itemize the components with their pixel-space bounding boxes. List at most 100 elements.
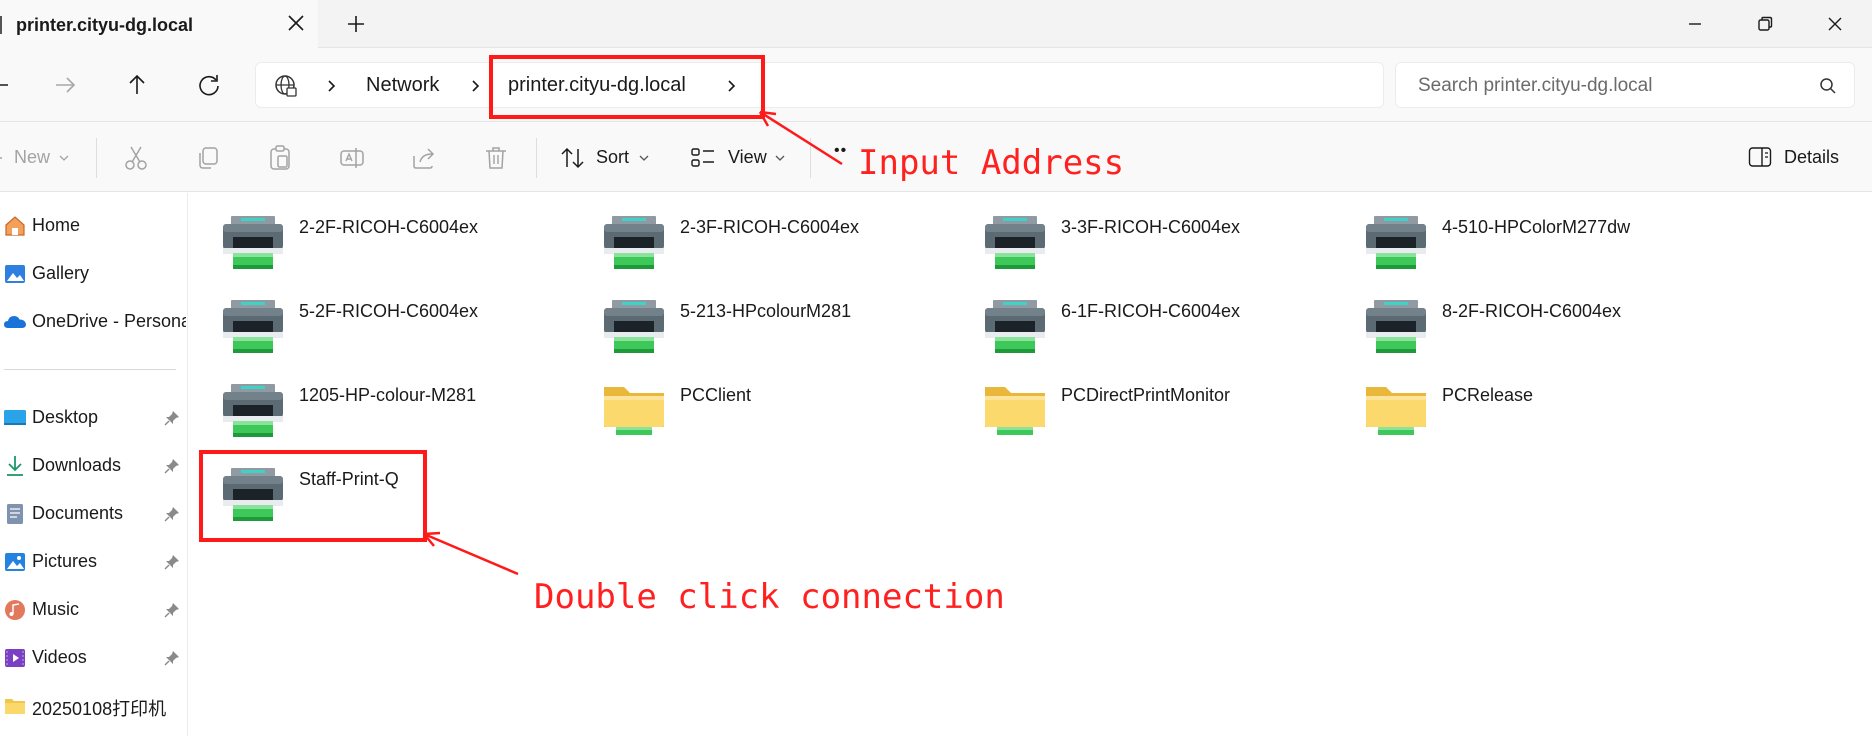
- pin-icon[interactable]: [164, 554, 180, 570]
- breadcrumb-chevron-icon[interactable]: [466, 77, 484, 95]
- restore-icon[interactable]: [1751, 10, 1779, 38]
- sidebar-item-label: Desktop: [32, 407, 99, 427]
- chevron-down-icon: [59, 155, 69, 161]
- view-icon: [691, 148, 714, 167]
- sidebar-item-desktop[interactable]: Desktop: [0, 398, 186, 438]
- item-label: 4-510-HPColorM277dw: [1442, 217, 1631, 237]
- share-folder-icon: [983, 383, 1047, 439]
- printer-icon: [221, 383, 285, 439]
- minimize-icon[interactable]: [1681, 10, 1709, 38]
- breadcrumb-network[interactable]: Network: [366, 74, 439, 97]
- sidebar-item-label: OneDrive - Persona: [32, 311, 186, 331]
- item-label: 2-2F-RICOH-C6004ex: [299, 217, 479, 237]
- printer-icon: [983, 215, 1047, 271]
- divider: [536, 138, 537, 178]
- printer-item[interactable]: 4-510-HPColorM277dw: [1332, 193, 1702, 269]
- sidebar-divider: [4, 369, 176, 370]
- item-label: 5-2F-RICOH-C6004ex: [299, 301, 479, 321]
- onedrive-icon: [4, 316, 26, 328]
- pin-icon[interactable]: [164, 602, 180, 618]
- chevron-down-icon: [639, 155, 649, 161]
- item-label: 8-2F-RICOH-C6004ex: [1442, 301, 1622, 321]
- back-arrow-icon[interactable]: [0, 70, 14, 100]
- paste-icon[interactable]: [266, 144, 294, 172]
- printer-item[interactable]: 3-3F-RICOH-C6004ex: [951, 193, 1321, 269]
- details-button[interactable]: Details: [1748, 144, 1858, 172]
- printer-item[interactable]: 5-213-HPcolourM281: [570, 277, 940, 353]
- sidebar-item-home[interactable]: Home: [0, 206, 186, 246]
- forward-arrow-icon[interactable]: [50, 70, 80, 100]
- rename-icon[interactable]: [338, 144, 366, 172]
- new-label: New: [14, 147, 51, 167]
- sort-icon: [561, 147, 584, 169]
- folder-item[interactable]: PCDirectPrintMonitor: [951, 361, 1321, 435]
- tab-current[interactable]: printer.cityu-dg.local: [0, 0, 318, 48]
- sidebar-item-label: 20250108打印机: [32, 699, 167, 719]
- folder-item[interactable]: PCRelease: [1332, 361, 1702, 435]
- sidebar-item-label: Pictures: [32, 551, 98, 571]
- delete-icon[interactable]: [482, 144, 510, 172]
- sidebar-item-music[interactable]: Music: [0, 590, 186, 630]
- pin-icon[interactable]: [164, 650, 180, 666]
- sidebar-item-folder[interactable]: 20250108打印机: [0, 686, 186, 726]
- printer-icon: [602, 215, 666, 271]
- breadcrumb-chevron-icon[interactable]: [322, 77, 340, 95]
- sidebar-item-label: Videos: [32, 647, 87, 667]
- file-view: 2-2F-RICOH-C6004ex 2-3F-RICOH-C6004ex 3-…: [189, 193, 1872, 736]
- annotation-double-click: Double click connection: [534, 577, 1005, 617]
- pictures-icon: [5, 553, 25, 571]
- sidebar-item-downloads[interactable]: Downloads: [0, 446, 186, 486]
- address-row: Network printer.cityu-dg.local Search pr…: [0, 48, 1872, 122]
- search-box[interactable]: Search printer.cityu-dg.local: [1395, 62, 1855, 108]
- sidebar-item-videos[interactable]: Videos: [0, 638, 186, 678]
- close-window-icon[interactable]: [1821, 10, 1849, 38]
- item-label: 5-213-HPcolourM281: [680, 301, 852, 321]
- pin-icon[interactable]: [164, 410, 180, 426]
- sidebar-item-label: Documents: [32, 503, 124, 523]
- printer-item[interactable]: 8-2F-RICOH-C6004ex: [1332, 277, 1702, 353]
- new-tab-icon[interactable]: [344, 12, 368, 36]
- more-options-icon: ••: [834, 142, 848, 159]
- details-label: Details: [1784, 147, 1840, 167]
- printer-icon: [983, 299, 1047, 355]
- sidebar-item-onedrive[interactable]: OneDrive - Persona: [0, 302, 186, 342]
- refresh-icon[interactable]: [194, 70, 224, 100]
- item-label: 3-3F-RICOH-C6004ex: [1061, 217, 1241, 237]
- tab-title: printer.cityu-dg.local: [16, 15, 194, 35]
- address-bar[interactable]: Network printer.cityu-dg.local: [255, 62, 1384, 108]
- printer-item[interactable]: 1205-HP-colour-M281: [189, 361, 559, 437]
- up-arrow-icon[interactable]: [122, 70, 152, 100]
- printer-item[interactable]: 5-2F-RICOH-C6004ex: [189, 277, 559, 353]
- sort-button[interactable]: Sort: [560, 144, 670, 172]
- new-button[interactable]: New: [0, 144, 80, 172]
- documents-icon: [7, 504, 23, 524]
- sidebar-item-label: Downloads: [32, 455, 122, 475]
- pin-icon[interactable]: [164, 506, 180, 522]
- chevron-down-icon: [775, 155, 785, 161]
- printer-highlight-box: [199, 450, 427, 542]
- sidebar-item-gallery[interactable]: Gallery: [0, 254, 186, 294]
- search-icon[interactable]: [1818, 76, 1838, 96]
- view-button[interactable]: View: [690, 144, 800, 172]
- sidebar-item-pictures[interactable]: Pictures: [0, 542, 186, 582]
- tab-edge: [0, 16, 2, 34]
- item-label: 2-3F-RICOH-C6004ex: [680, 217, 860, 237]
- cut-icon[interactable]: [122, 144, 150, 172]
- videos-icon: [5, 649, 25, 667]
- folder-item[interactable]: PCClient: [570, 361, 940, 435]
- network-globe-icon: [275, 75, 297, 97]
- sidebar-item-documents[interactable]: Documents: [0, 494, 186, 534]
- title-bar: printer.cityu-dg.local: [0, 0, 1872, 48]
- item-label: 6-1F-RICOH-C6004ex: [1061, 301, 1241, 321]
- close-tab-icon[interactable]: [284, 11, 308, 35]
- gallery-icon: [5, 265, 25, 283]
- printer-icon: [1364, 215, 1428, 271]
- share-icon[interactable]: [410, 144, 438, 172]
- printer-item[interactable]: 2-3F-RICOH-C6004ex: [570, 193, 940, 269]
- navigation-pane: Home Gallery OneDrive - Persona Desktop …: [0, 193, 188, 736]
- printer-item[interactable]: 6-1F-RICOH-C6004ex: [951, 277, 1321, 353]
- printer-item[interactable]: 2-2F-RICOH-C6004ex: [189, 193, 559, 269]
- pin-icon[interactable]: [164, 458, 180, 474]
- copy-icon[interactable]: [194, 144, 222, 172]
- view-label: View: [728, 147, 767, 167]
